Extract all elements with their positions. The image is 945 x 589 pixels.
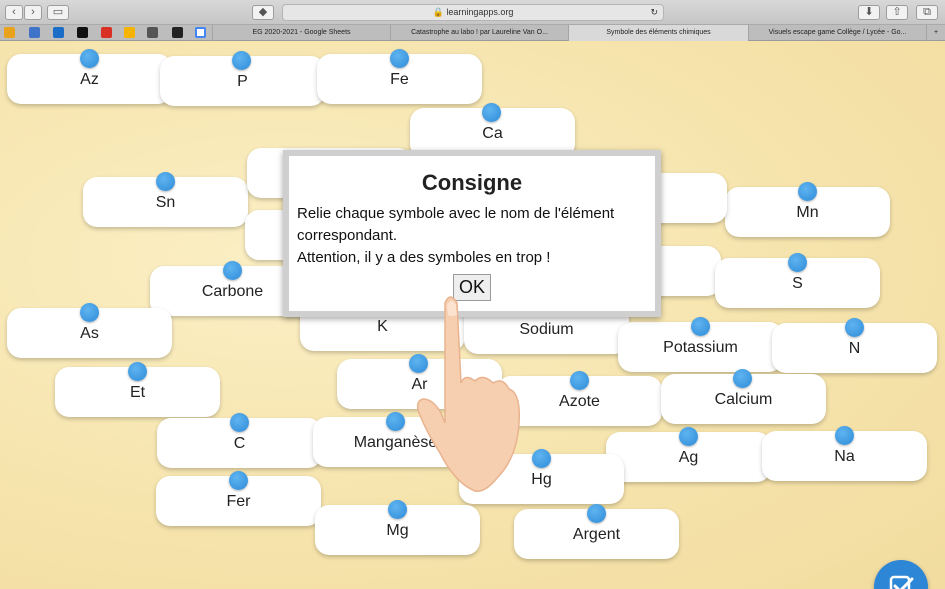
bookmark-icon[interactable] <box>77 27 88 38</box>
bookmark-icon[interactable] <box>29 27 40 38</box>
connector-dot[interactable] <box>691 317 710 336</box>
browser-toolbar: ‹ › ▭ ◆ 🔒 learningapps.org ↻ ⬇ ⇧ ⧉ <box>0 0 945 25</box>
connector-dot[interactable] <box>388 500 407 519</box>
check-answers-button[interactable] <box>874 560 928 589</box>
connector-dot[interactable] <box>788 253 807 272</box>
connector-dot[interactable] <box>482 103 501 122</box>
gmail-icon[interactable] <box>101 27 112 38</box>
connector-dot[interactable] <box>390 49 409 68</box>
dialog-line-2: Attention, il y a des symboles en trop ! <box>297 249 551 266</box>
connector-dot[interactable] <box>80 303 99 322</box>
forward-icon[interactable]: › <box>24 5 42 20</box>
download-icon[interactable]: ⬇ <box>858 5 880 20</box>
connector-dot[interactable] <box>229 471 248 490</box>
back-icon[interactable]: ‹ <box>5 5 23 20</box>
google-icon[interactable] <box>195 27 206 38</box>
connector-dot[interactable] <box>798 182 817 201</box>
bookmark-icon[interactable] <box>53 27 64 38</box>
connector-dot[interactable] <box>679 427 698 446</box>
connector-dot[interactable] <box>232 51 251 70</box>
dialog-message: Relie chaque symbole avec le nom de l'él… <box>297 203 657 269</box>
tab-catastrophe[interactable]: Catastrophe au labo ! par Laureline Van … <box>390 25 568 41</box>
dialog-title: Consigne <box>421 170 523 195</box>
tag-icon[interactable]: ◆ <box>252 5 274 20</box>
tab-bar: EG 2020-2021 - Google Sheets Catastrophe… <box>0 25 945 41</box>
new-tab-icon[interactable]: ⧉ <box>916 5 938 20</box>
add-tab-icon[interactable]: + <box>926 25 945 41</box>
checkbox-icon <box>889 575 914 589</box>
connector-dot[interactable] <box>587 504 606 523</box>
connector-dot[interactable] <box>230 413 249 432</box>
connector-dot[interactable] <box>835 426 854 445</box>
tab-google-sheets[interactable]: EG 2020-2021 - Google Sheets <box>212 25 390 41</box>
connector-dot[interactable] <box>128 362 147 381</box>
bookmark-icon[interactable] <box>147 27 158 38</box>
instruction-dialog: Consigne Relie chaque symbole avec le no… <box>283 150 661 317</box>
connector-dot[interactable] <box>570 371 589 390</box>
bookmark-icon[interactable] <box>4 27 15 38</box>
drive-icon[interactable] <box>124 27 135 38</box>
lock-icon: 🔒 <box>432 7 444 17</box>
address-bar[interactable]: 🔒 learningapps.org ↻ <box>282 4 664 21</box>
connector-dot[interactable] <box>733 369 752 388</box>
tab-visuels[interactable]: Visuels escape game Collège / Lycée - Go… <box>748 25 926 41</box>
connector-dot[interactable] <box>386 412 405 431</box>
tab-symboles[interactable]: Symbole des éléments chimiques <box>568 25 748 41</box>
pointing-hand-icon <box>416 296 521 492</box>
connector-dot[interactable] <box>845 318 864 337</box>
sidebar-icon[interactable]: ▭ <box>47 5 69 20</box>
connector-dot[interactable] <box>156 172 175 191</box>
bookmark-icon[interactable] <box>172 27 183 38</box>
connector-dot[interactable] <box>80 49 99 68</box>
connector-dot[interactable] <box>223 261 242 280</box>
url-text: learningapps.org <box>446 7 514 17</box>
reload-icon[interactable]: ↻ <box>650 5 658 20</box>
share-icon[interactable]: ⇧ <box>886 5 908 20</box>
dialog-line-1: Relie chaque symbole avec le nom de l'él… <box>297 205 615 244</box>
